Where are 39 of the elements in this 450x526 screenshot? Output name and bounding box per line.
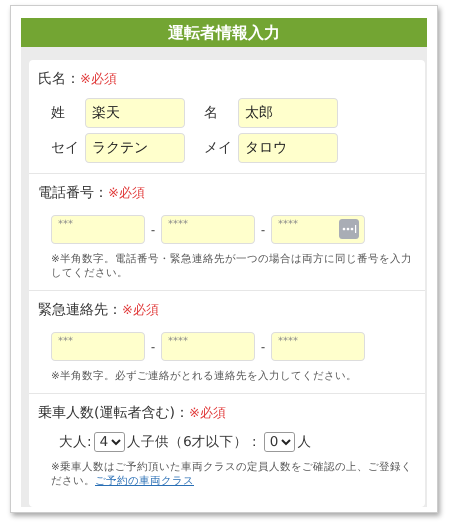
phone-field[interactable]: *** [51, 215, 145, 244]
name-field[interactable]: タロウ [238, 133, 338, 163]
required-mark: ※必須 [122, 302, 159, 319]
name-field[interactable]: 太郎 [238, 98, 338, 128]
phone-field[interactable]: **** [161, 332, 255, 361]
vehicle-class-link[interactable]: ご予約の車両クラス [95, 475, 194, 487]
phone-field[interactable]: **** [161, 215, 255, 244]
adults-label: 大人: [59, 433, 92, 451]
separator-text: - [260, 340, 266, 354]
separator-text: - [150, 340, 156, 354]
adults-select[interactable]: 4 [94, 432, 126, 452]
name-field[interactable]: ラクテン [85, 133, 185, 163]
form-header: 運転者情報入力 [21, 18, 427, 47]
note-text: ※半角数字。電話番号・緊急連絡先が一つの場合は両方に同じ番号を入力してください。 [50, 252, 413, 281]
section-label: 乗車人数(運転者含む)： [38, 404, 189, 422]
separator-text: - [260, 222, 266, 236]
required-mark: ※必須 [80, 71, 117, 88]
phone-field[interactable]: **** [271, 332, 365, 361]
field-label: メイ [203, 139, 233, 157]
note-text: ※乗車人数はご予約頂いた車両クラスの定員人数をご確認の上、ご登録ください。ご予約の車両クラス [50, 460, 413, 489]
note-text: ※半角数字。必ずご連絡がとれる連絡先を入力してください。 [50, 369, 358, 384]
chevron-icon [111, 438, 122, 446]
field-label: 名 [203, 104, 219, 122]
field-label: セイ [51, 139, 80, 157]
phone-field[interactable]: **** [271, 215, 365, 244]
section-label: 氏名： [38, 70, 80, 88]
required-mark: ※必須 [188, 405, 226, 422]
chevron-icon [281, 438, 292, 446]
section-label: 電話番号： [38, 184, 108, 202]
children-select[interactable]: 0 [264, 432, 296, 452]
autofill-icon[interactable] [339, 219, 359, 239]
field-label: 姓 [51, 104, 66, 122]
separator-text: - [150, 222, 156, 236]
name-field[interactable]: 楽天 [85, 98, 185, 128]
phone-field[interactable]: *** [51, 332, 145, 361]
required-mark: ※必須 [108, 185, 145, 202]
section-label: 緊急連絡先： [38, 301, 122, 319]
unit-label: 人 [297, 433, 312, 451]
children-label: 人子供（6才以下）： [127, 433, 262, 451]
